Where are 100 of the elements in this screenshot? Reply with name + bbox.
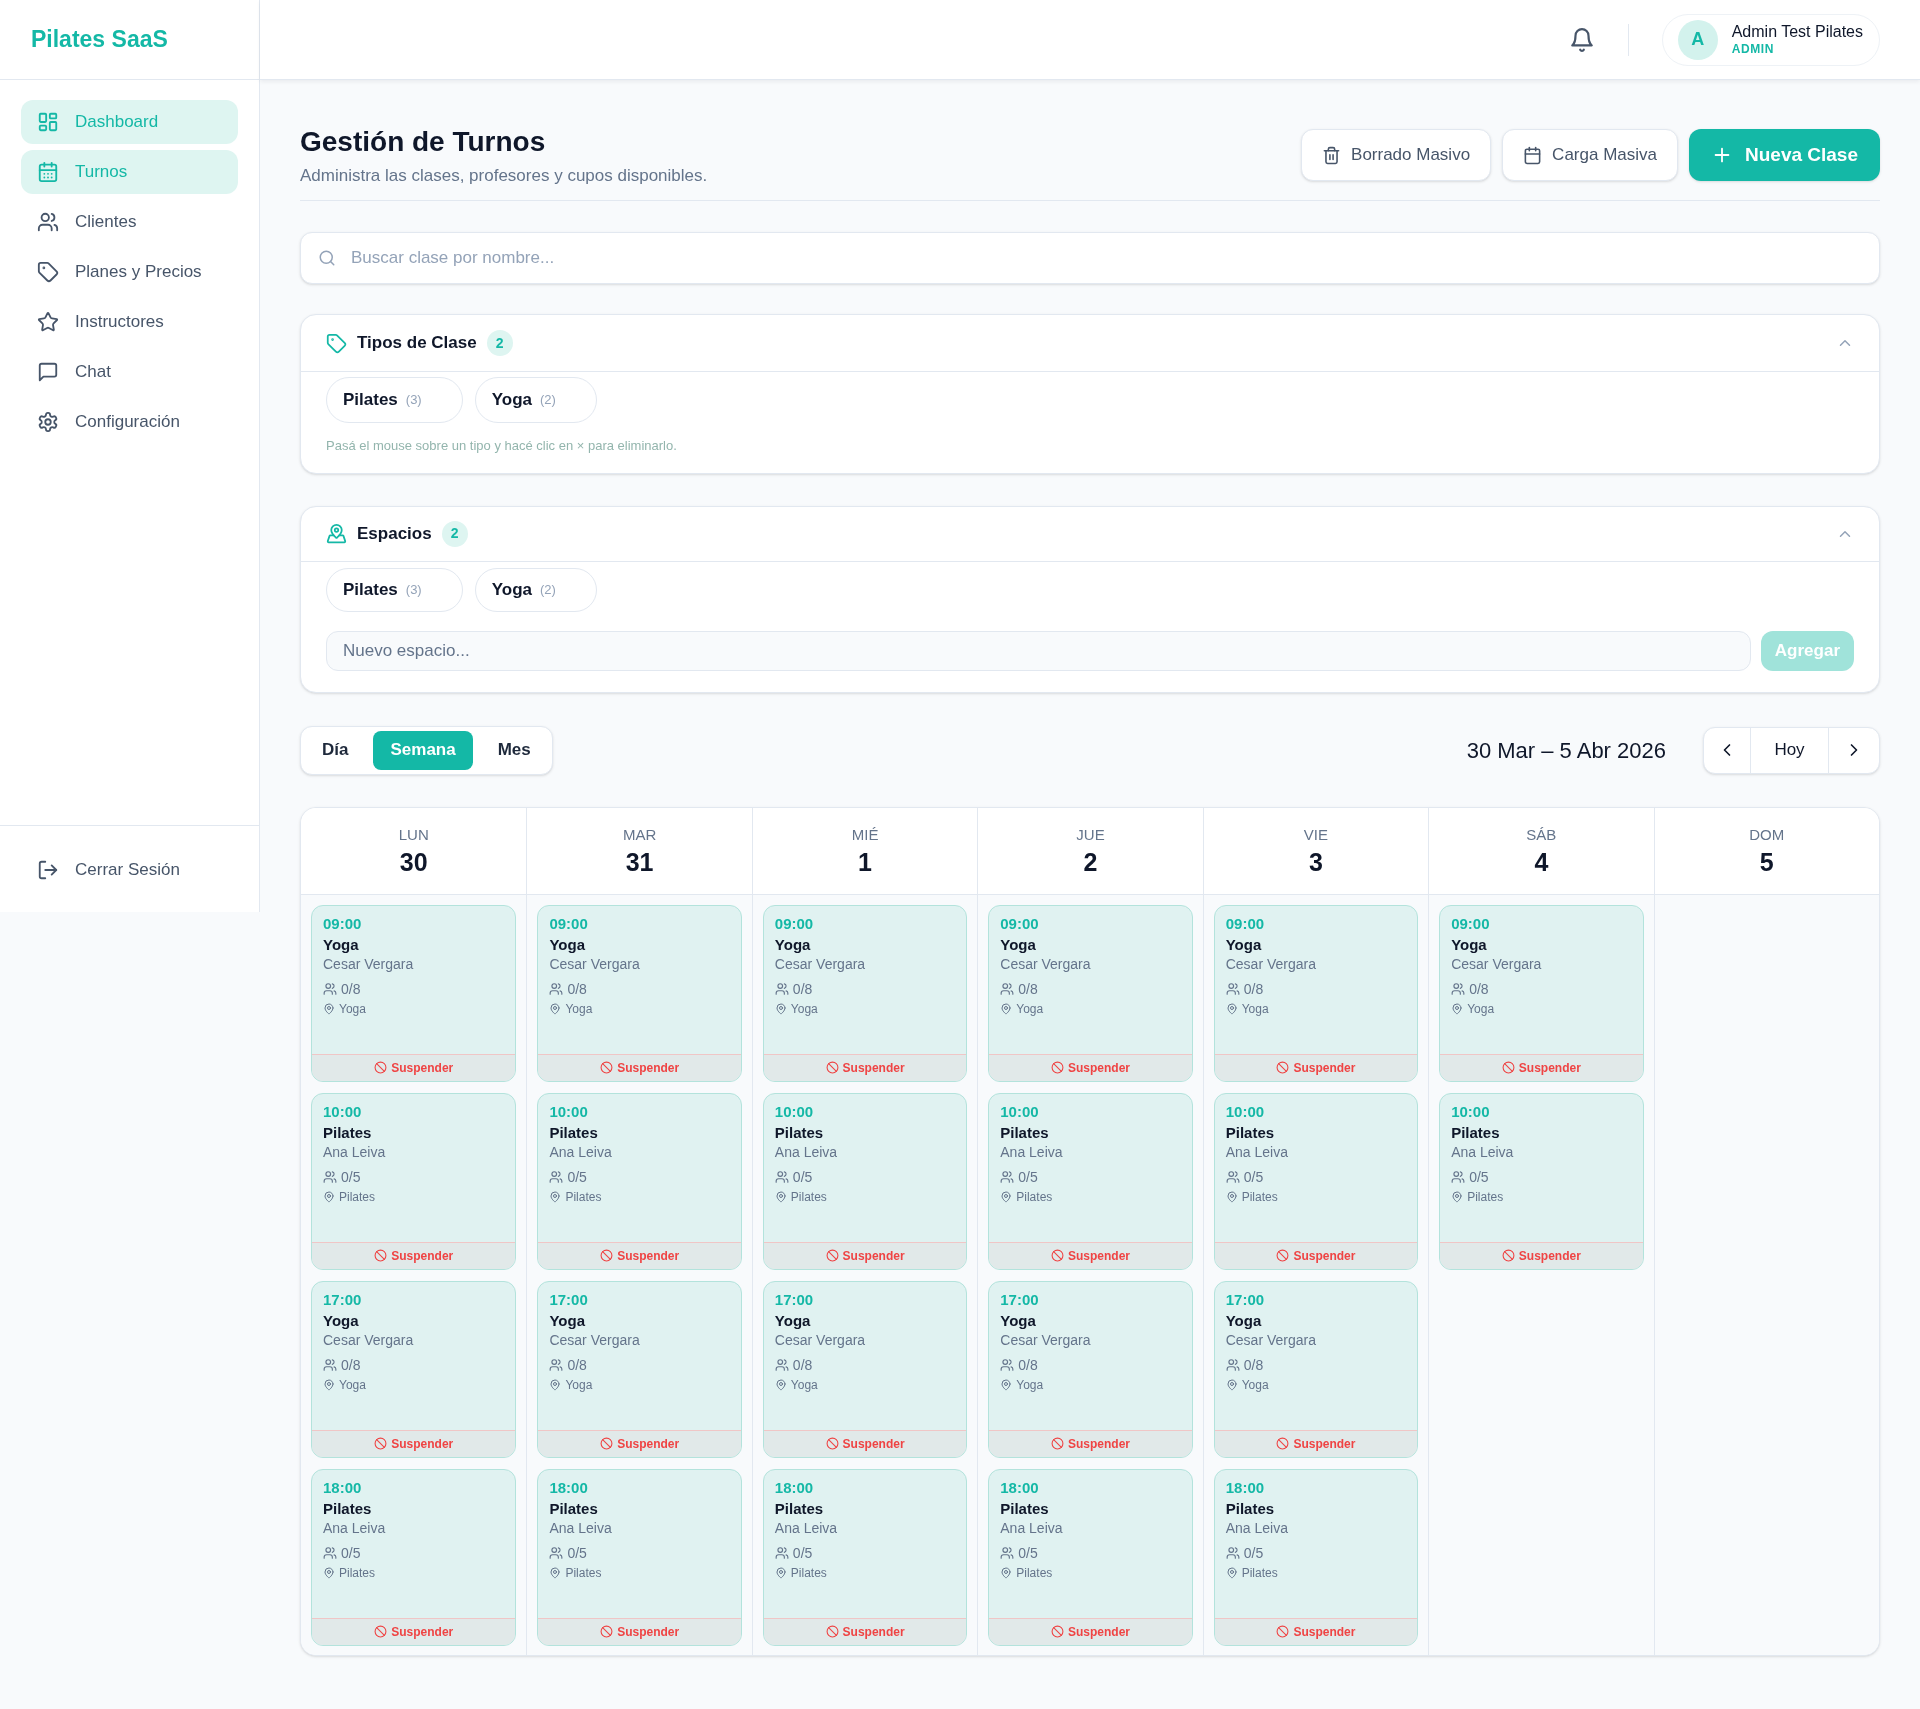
class-card[interactable]: 09:00 Yoga Cesar Vergara 0/8 Yoga Suspender xyxy=(762,904,968,1082)
class-card[interactable]: 17:00 Yoga Cesar Vergara 0/8 Yoga Suspender xyxy=(762,1280,968,1458)
page-title: Gestión de Turnos xyxy=(300,125,547,159)
class-time: 18:00 xyxy=(323,1478,362,1497)
class-time: 17:00 xyxy=(774,1290,814,1309)
class-title: Pilates xyxy=(1225,1499,1275,1518)
class-title: Pilates xyxy=(323,1123,372,1142)
map-pin-icon xyxy=(1000,1002,1013,1015)
location-text: Pilates xyxy=(790,1188,827,1205)
instructor-name: Ana Leiva xyxy=(774,1142,838,1161)
users-icon xyxy=(1000,1169,1015,1184)
nav-item[interactable]: Clientes xyxy=(21,200,238,244)
class-card[interactable]: 17:00 Yoga Cesar Vergara 0/8 Yoga Suspender xyxy=(537,1280,742,1458)
day-number: 31 xyxy=(625,846,654,877)
chip-count: (3) xyxy=(405,580,422,599)
class-title: Pilates xyxy=(774,1123,824,1142)
location-text: Pilates xyxy=(1241,1188,1278,1205)
class-time: 09:00 xyxy=(549,914,588,933)
class-title: Pilates xyxy=(323,1499,372,1518)
class-card[interactable]: 10:00 Pilates Ana Leiva 0/5 Pilates Suspender xyxy=(762,1092,968,1270)
class-card[interactable]: 09:00 Yoga Cesar Vergara 0/8 Yoga Suspender xyxy=(537,904,742,1082)
instructor-name: Cesar Vergara xyxy=(1225,954,1316,973)
section-title: Tipos de Clase xyxy=(357,332,477,355)
class-card[interactable]: 10:00 Pilates Ana Leiva 0/5 Pilates Suspender xyxy=(537,1092,742,1270)
class-card[interactable]: 10:00 Pilates Ana Leiva 0/5 Pilates Suspender xyxy=(311,1092,517,1270)
bell-icon[interactable] xyxy=(1568,26,1595,53)
class-card[interactable]: 09:00 Yoga Cesar Vergara 0/8 Yoga Suspender xyxy=(1213,904,1419,1082)
users-icon xyxy=(1225,981,1240,996)
users-icon xyxy=(323,981,337,996)
action-button[interactable]: Carga Masiva xyxy=(1502,129,1678,181)
view-tab[interactable]: Mes xyxy=(480,730,548,770)
class-time: 09:00 xyxy=(774,914,814,933)
class-card[interactable]: 18:00 Pilates Ana Leiva 0/5 Pilates Suspender xyxy=(311,1468,517,1646)
class-card[interactable]: 09:00 Yoga Cesar Vergara 0/8 Yoga Suspender xyxy=(988,904,1193,1082)
instructor-name: Ana Leiva xyxy=(323,1518,386,1537)
user-menu[interactable]: A Admin Test Pilates ADMIN xyxy=(1661,13,1880,66)
ban-icon xyxy=(374,1249,388,1262)
count-badge: 2 xyxy=(441,520,468,547)
class-card[interactable]: 17:00 Yoga Cesar Vergara 0/8 Yoga Suspender xyxy=(988,1280,1193,1458)
map-pin-icon xyxy=(1225,1190,1238,1203)
location-text: Yoga xyxy=(1241,1000,1269,1017)
class-card[interactable]: 17:00 Yoga Cesar Vergara 0/8 Yoga Suspender xyxy=(1213,1280,1419,1458)
type-chip[interactable]: Pilates (3) xyxy=(326,377,463,423)
view-tab[interactable]: Día xyxy=(305,730,366,770)
map-pin-icon xyxy=(549,1566,562,1579)
users-icon xyxy=(1000,981,1015,996)
class-time: 10:00 xyxy=(1225,1102,1265,1121)
users-icon xyxy=(549,1545,564,1560)
map-pin-icon xyxy=(1000,1190,1013,1203)
search-icon xyxy=(318,249,336,267)
map-pin-icon xyxy=(549,1378,562,1391)
class-title: Yoga xyxy=(1225,1311,1262,1330)
search-field[interactable]: Buscar clase por nombre... xyxy=(300,232,1880,284)
nav-item[interactable]: Configuración xyxy=(21,400,238,444)
ban-icon xyxy=(1276,1625,1290,1638)
new-space-input[interactable]: Nuevo espacio... xyxy=(326,630,1751,671)
class-card[interactable]: 10:00 Pilates Ana Leiva 0/5 Pilates Suspender xyxy=(988,1092,1193,1270)
map-pin-icon xyxy=(323,1190,335,1203)
class-card[interactable]: 17:00 Yoga Cesar Vergara 0/8 Yoga Suspender xyxy=(311,1280,517,1458)
class-card[interactable]: 18:00 Pilates Ana Leiva 0/5 Pilates Suspender xyxy=(537,1468,742,1646)
map-pin-icon xyxy=(774,1378,787,1391)
instructor-name: Cesar Vergara xyxy=(323,1330,414,1349)
class-title: Yoga xyxy=(323,935,359,954)
class-time: 17:00 xyxy=(1000,1290,1039,1309)
nav-item[interactable]: Instructores xyxy=(21,300,238,344)
class-time: 09:00 xyxy=(323,914,362,933)
location-text: Pilates xyxy=(565,1188,602,1205)
class-card[interactable]: 18:00 Pilates Ana Leiva 0/5 Pilates Suspender xyxy=(762,1468,968,1646)
instructor-name: Cesar Vergara xyxy=(323,954,414,973)
logout-button[interactable]: Cerrar Sesión xyxy=(21,848,196,892)
type-chip[interactable]: Yoga (2) xyxy=(474,377,597,423)
users-icon xyxy=(323,1545,337,1560)
class-card[interactable]: 09:00 Yoga Cesar Vergara 0/8 Yoga Suspender xyxy=(311,904,517,1082)
type-chip[interactable]: Yoga (2) xyxy=(474,567,597,612)
weekday-label: MAR xyxy=(622,824,657,845)
ban-icon xyxy=(825,1061,839,1074)
class-card[interactable]: 18:00 Pilates Ana Leiva 0/5 Pilates Suspender xyxy=(1213,1468,1419,1646)
class-card[interactable]: 09:00 Yoga Cesar Vergara 0/8 Yoga Suspender xyxy=(1439,904,1644,1082)
ban-icon xyxy=(1051,1249,1064,1262)
location-text: Yoga xyxy=(1241,1376,1269,1393)
action-button[interactable]: Borrado Masivo xyxy=(1301,129,1492,181)
ban-icon xyxy=(1501,1061,1515,1074)
nav-item[interactable]: Planes y Precios xyxy=(21,250,238,294)
class-time: 18:00 xyxy=(1000,1478,1039,1497)
class-card[interactable]: 10:00 Pilates Ana Leiva 0/5 Pilates Suspender xyxy=(1439,1092,1644,1270)
ban-icon xyxy=(1276,1061,1290,1074)
class-card[interactable]: 18:00 Pilates Ana Leiva 0/5 Pilates Suspender xyxy=(988,1468,1193,1646)
instructor-name: Cesar Vergara xyxy=(774,1330,866,1349)
instructor-name: Cesar Vergara xyxy=(549,954,640,973)
location-text: Yoga xyxy=(565,1376,593,1393)
nav-item[interactable]: Chat xyxy=(21,350,238,394)
today-button[interactable]: Hoy xyxy=(1751,727,1829,773)
capacity-text: 0/8 xyxy=(1243,1355,1264,1374)
class-time: 17:00 xyxy=(549,1290,588,1309)
users-icon xyxy=(549,1169,564,1184)
instructor-name: Ana Leiva xyxy=(1225,1142,1288,1161)
weekday-label: VIE xyxy=(1303,824,1328,845)
capacity-text: 0/5 xyxy=(1243,1543,1264,1562)
type-chip[interactable]: Pilates (3) xyxy=(326,567,463,612)
class-card[interactable]: 10:00 Pilates Ana Leiva 0/5 Pilates Suspender xyxy=(1213,1092,1419,1270)
